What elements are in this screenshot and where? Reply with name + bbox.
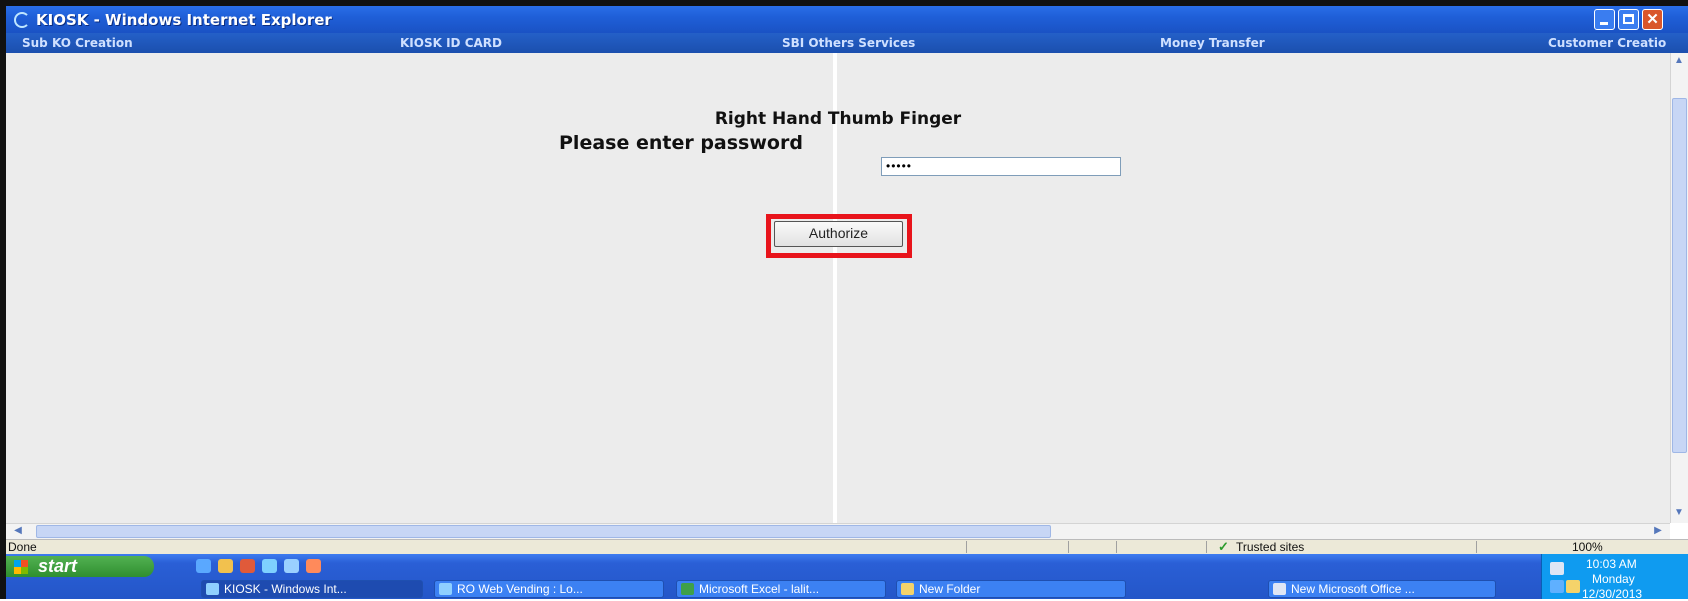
tray-arrow-icon[interactable] xyxy=(1550,580,1564,593)
status-separator xyxy=(1476,541,1477,553)
menu-item-money-transfer[interactable]: Money Transfer xyxy=(1160,36,1265,50)
taskbar-item-excel[interactable]: Microsoft Excel - lalit... xyxy=(676,580,886,598)
excel-icon xyxy=(681,583,694,595)
password-input[interactable]: ••••• xyxy=(881,157,1121,176)
start-label: start xyxy=(38,556,78,576)
quicklaunch-app-icon[interactable] xyxy=(306,559,321,573)
status-text: Done xyxy=(8,540,37,554)
scroll-right-arrow-icon[interactable]: ▶ xyxy=(1650,523,1666,539)
menu-item-sub-ko-creation[interactable]: Sub KO Creation xyxy=(22,36,133,50)
status-separator xyxy=(966,541,967,553)
network-icon[interactable] xyxy=(1550,562,1564,575)
taskbar-item-new-folder[interactable]: New Folder xyxy=(896,580,1126,598)
taskbar-item-office[interactable]: New Microsoft Office ... xyxy=(1268,580,1496,598)
taskbar-item-label: RO Web Vending : Lo... xyxy=(457,582,583,596)
taskbar-item-label: New Folder xyxy=(919,582,981,596)
ie-icon xyxy=(206,583,219,595)
scroll-left-arrow-icon[interactable]: ◀ xyxy=(10,523,26,539)
taskbar-item-label: New Microsoft Office ... xyxy=(1291,582,1415,596)
status-separator xyxy=(1116,541,1117,553)
status-separator xyxy=(1206,541,1207,553)
window-title: KIOSK - Windows Internet Explorer xyxy=(36,11,332,29)
password-label: Please enter password xyxy=(559,132,803,154)
kiosk-menu-bar: Sub KO Creation KIOSK ID CARD SBI Others… xyxy=(6,33,1688,53)
ie-logo-icon xyxy=(14,12,30,28)
fingerprint-prompt-title: Right Hand Thumb Finger xyxy=(714,109,962,129)
taskbar-item-label: KIOSK - Windows Int... xyxy=(224,582,347,596)
status-separator xyxy=(1068,541,1069,553)
vertical-scroll-thumb[interactable] xyxy=(1672,98,1687,453)
trusted-check-icon: ✓ xyxy=(1218,539,1229,554)
windows-taskbar: start KIOSK - Windows Int... RO Web Vend… xyxy=(6,554,1688,601)
page-content: Right Hand Thumb Finger Please enter pas… xyxy=(6,53,1670,523)
security-shield-icon[interactable] xyxy=(1566,580,1580,593)
maximize-button[interactable] xyxy=(1618,9,1639,30)
menu-item-kiosk-id-card[interactable]: KIOSK ID CARD xyxy=(400,36,502,50)
close-button[interactable]: ✕ xyxy=(1642,9,1663,30)
ie-icon xyxy=(439,583,452,595)
start-button[interactable]: start xyxy=(6,556,154,577)
taskbar-item-kiosk[interactable]: KIOSK - Windows Int... xyxy=(201,580,423,598)
windows-logo-icon xyxy=(14,560,28,574)
taskbar-item-label: Microsoft Excel - lalit... xyxy=(699,582,820,596)
scroll-down-arrow-icon[interactable]: ▼ xyxy=(1671,505,1687,521)
zoom-level[interactable]: 100% xyxy=(1572,540,1603,554)
quicklaunch-media-icon[interactable] xyxy=(240,559,255,573)
security-zone[interactable]: Trusted sites xyxy=(1236,540,1304,554)
minimize-button[interactable] xyxy=(1594,9,1615,30)
quicklaunch-folder-icon[interactable] xyxy=(284,559,299,573)
horizontal-scroll-thumb[interactable] xyxy=(36,525,1051,538)
quicklaunch-outlook-icon[interactable] xyxy=(218,559,233,573)
authorize-button[interactable]: Authorize xyxy=(774,221,903,247)
horizontal-scrollbar[interactable]: ◀ ▶ xyxy=(6,523,1670,539)
menu-item-sbi-others-services[interactable]: SBI Others Services xyxy=(782,36,915,50)
status-bar: Done ✓ Trusted sites 100% xyxy=(6,539,1688,554)
clock-day: Monday xyxy=(1592,572,1635,586)
quicklaunch-desktop-icon[interactable] xyxy=(262,559,277,573)
clock-time[interactable]: 10:03 AM xyxy=(1586,557,1637,571)
menu-item-customer-creation[interactable]: Customer Creatio xyxy=(1548,36,1666,50)
office-icon xyxy=(1273,583,1286,595)
taskbar-item-ro-web-vending[interactable]: RO Web Vending : Lo... xyxy=(434,580,664,598)
quicklaunch-ie-icon[interactable] xyxy=(196,559,211,573)
vertical-scrollbar[interactable]: ▲ ▼ xyxy=(1670,53,1688,523)
folder-icon xyxy=(901,583,914,595)
scroll-up-arrow-icon[interactable]: ▲ xyxy=(1671,53,1687,69)
window-title-bar[interactable]: KIOSK - Windows Internet Explorer ✕ xyxy=(6,6,1688,33)
